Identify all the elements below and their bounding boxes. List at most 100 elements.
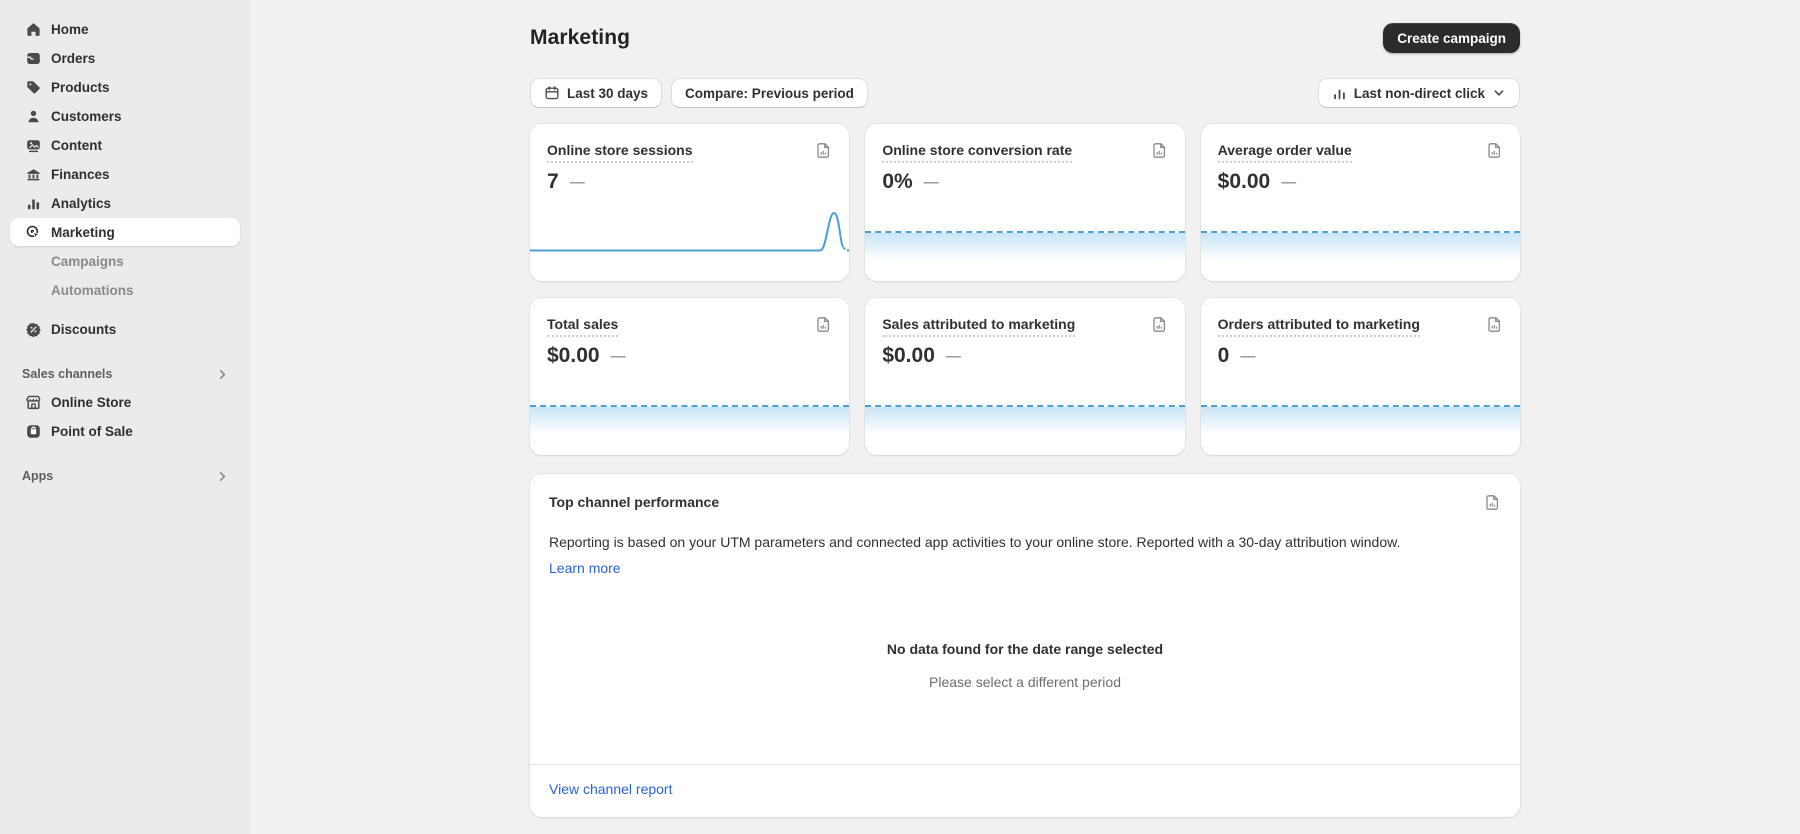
sidebar-item-label: Automations — [51, 283, 134, 298]
page-header: Marketing Create campaign — [530, 22, 1520, 54]
metric-title[interactable]: Online store conversion rate — [882, 142, 1072, 163]
flat-dashed-sparkline — [865, 231, 1184, 233]
sidebar-item-label: Online Store — [51, 395, 131, 410]
metric-delta: — — [570, 174, 585, 191]
section-label: Sales channels — [22, 367, 112, 381]
channel-card-description: Reporting is based on your UTM parameter… — [549, 533, 1501, 553]
sidebar: Home Orders Products Customers Content — [0, 0, 250, 834]
metric-delta: — — [611, 348, 626, 365]
discounts-icon — [25, 321, 42, 338]
report-icon[interactable] — [815, 316, 832, 333]
empty-state-subtitle: Please select a different period — [929, 674, 1121, 690]
metric-title[interactable]: Orders attributed to marketing — [1218, 316, 1420, 337]
metric-delta: — — [1240, 348, 1255, 365]
date-range-button[interactable]: Last 30 days — [530, 78, 662, 108]
sidebar-item-marketing[interactable]: Marketing — [10, 218, 240, 246]
filter-bar: Last 30 days Compare: Previous period La… — [530, 78, 1520, 108]
sidebar-item-label: Discounts — [51, 322, 116, 337]
attribution-dropdown[interactable]: Last non-direct click — [1318, 78, 1520, 108]
sidebar-item-label: Marketing — [51, 225, 115, 240]
sidebar-item-label: Finances — [51, 167, 110, 182]
sidebar-section-sales-channels[interactable]: Sales channels — [0, 360, 250, 388]
metric-card-online-store-sessions: Online store sessions 7 — — [530, 124, 849, 281]
metric-value: $0.00 — [1218, 170, 1271, 194]
chevron-down-icon — [1492, 86, 1506, 100]
sidebar-item-label: Orders — [51, 51, 95, 66]
metric-card-sales-attributed: Sales attributed to marketing $0.00 — — [865, 298, 1184, 455]
sidebar-item-orders[interactable]: Orders — [10, 44, 240, 72]
sidebar-item-customers[interactable]: Customers — [10, 102, 240, 130]
sidebar-item-online-store[interactable]: Online Store — [10, 388, 240, 416]
sidebar-item-campaigns[interactable]: Campaigns — [10, 247, 240, 275]
attribution-label: Last non-direct click — [1354, 86, 1485, 101]
report-icon[interactable] — [1151, 316, 1168, 333]
flat-dashed-sparkline — [530, 405, 849, 407]
sidebar-item-discounts[interactable]: Discounts — [10, 315, 240, 343]
report-icon[interactable] — [1151, 142, 1168, 159]
sparkline-gradient — [530, 407, 849, 434]
sidebar-item-label: Point of Sale — [51, 424, 133, 439]
metric-value: 0 — [1218, 344, 1230, 368]
flat-dashed-sparkline — [1201, 231, 1520, 233]
metric-value: 0% — [882, 170, 912, 194]
metric-title[interactable]: Online store sessions — [547, 142, 693, 163]
metric-delta: — — [924, 174, 939, 191]
empty-state-title: No data found for the date range selecte… — [887, 641, 1163, 657]
sparkline-gradient — [865, 233, 1184, 260]
sidebar-item-content[interactable]: Content — [10, 131, 240, 159]
metric-title[interactable]: Sales attributed to marketing — [882, 316, 1075, 337]
metric-card-orders-attributed: Orders attributed to marketing 0 — — [1201, 298, 1520, 455]
report-icon[interactable] — [815, 142, 832, 159]
sidebar-item-analytics[interactable]: Analytics — [10, 189, 240, 217]
top-channel-performance-card: Top channel performance Reporting is bas… — [530, 474, 1520, 817]
channel-card-footer: View channel report — [530, 764, 1520, 817]
marketing-target-icon — [25, 224, 42, 241]
sidebar-item-label: Products — [51, 80, 110, 95]
report-icon[interactable] — [1486, 316, 1503, 333]
learn-more-link[interactable]: Learn more — [549, 560, 621, 576]
sidebar-item-automations[interactable]: Automations — [10, 276, 240, 304]
sparkline-gradient — [1201, 233, 1520, 260]
orders-icon — [25, 50, 42, 67]
page-title: Marketing — [530, 26, 630, 50]
metric-value: $0.00 — [882, 344, 935, 368]
metric-delta: — — [1281, 174, 1296, 191]
date-range-label: Last 30 days — [567, 86, 648, 101]
create-campaign-button[interactable]: Create campaign — [1383, 23, 1520, 53]
compare-label: Compare: Previous period — [685, 86, 854, 101]
metric-delta: — — [946, 348, 961, 365]
metric-value: $0.00 — [547, 344, 600, 368]
sidebar-section-apps[interactable]: Apps — [0, 462, 250, 490]
sidebar-item-home[interactable]: Home — [10, 15, 240, 43]
column-chart-icon — [1332, 86, 1347, 101]
calendar-icon — [544, 85, 560, 101]
chevron-right-icon — [215, 469, 230, 484]
customers-icon — [25, 108, 42, 125]
main-area: Marketing Create campaign Last 30 days C… — [250, 0, 1800, 834]
channel-card-title: Top channel performance — [549, 494, 719, 510]
flat-dashed-sparkline — [865, 405, 1184, 407]
report-icon[interactable] — [1486, 142, 1503, 159]
sidebar-item-point-of-sale[interactable]: Point of Sale — [10, 417, 240, 445]
metric-card-conversion-rate: Online store conversion rate 0% — — [865, 124, 1184, 281]
report-icon[interactable] — [1484, 494, 1501, 511]
sidebar-item-label: Home — [51, 22, 89, 37]
analytics-bars-icon — [25, 195, 42, 212]
sidebar-item-products[interactable]: Products — [10, 73, 240, 101]
sidebar-item-finances[interactable]: Finances — [10, 160, 240, 188]
metric-title[interactable]: Total sales — [547, 316, 618, 337]
metric-title[interactable]: Average order value — [1218, 142, 1352, 163]
main-nav: Home Orders Products Customers Content — [0, 15, 250, 490]
metric-card-average-order-value: Average order value $0.00 — — [1201, 124, 1520, 281]
metric-value: 7 — [547, 170, 559, 194]
content-icon — [25, 137, 42, 154]
empty-state: No data found for the date range selecte… — [530, 576, 1520, 764]
view-channel-report-link[interactable]: View channel report — [549, 781, 672, 797]
chevron-right-icon — [215, 367, 230, 382]
sidebar-item-label: Customers — [51, 109, 122, 124]
finances-bank-icon — [25, 166, 42, 183]
sparkline-gradient — [1201, 407, 1520, 434]
compare-button[interactable]: Compare: Previous period — [671, 78, 868, 108]
metrics-grid: Online store sessions 7 — Online stor — [530, 124, 1520, 455]
metric-card-total-sales: Total sales $0.00 — — [530, 298, 849, 455]
